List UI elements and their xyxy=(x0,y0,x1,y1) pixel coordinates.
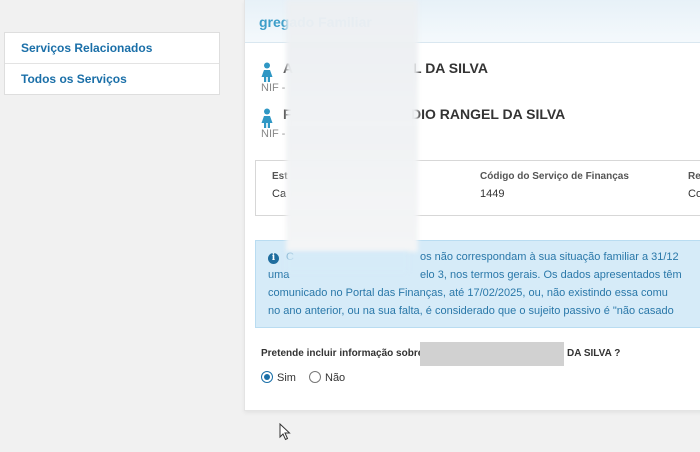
info-label: Re xyxy=(688,171,700,182)
radio-no-label: Não xyxy=(325,372,346,384)
blurred-redaction xyxy=(286,252,408,272)
sidebar-item-related-services[interactable]: Serviços Relacionados xyxy=(5,33,219,64)
info-circle-icon: i xyxy=(268,253,279,264)
sidebar-item-all-services[interactable]: Todos os Serviços xyxy=(5,64,219,94)
blurred-redaction xyxy=(286,0,418,252)
alert-line: elo 3, nos termos gerais. Os dados apres… xyxy=(420,269,682,281)
include-question-suffix: DA SILVA ? xyxy=(567,348,621,359)
option-yes[interactable]: Sim xyxy=(261,370,301,386)
alert-line: comunicado no Portal das Finanças, até 1… xyxy=(268,287,668,299)
info-col-finance-office: Código do Serviço de Finanças 1449 xyxy=(480,171,629,200)
radio-no[interactable] xyxy=(309,371,321,383)
person-female-icon xyxy=(261,62,273,82)
info-value: 1449 xyxy=(480,188,505,200)
alert-line: os não correspondam à sua situação famil… xyxy=(420,251,679,263)
include-question: Pretende incluir informação sobre xyxy=(261,348,424,359)
info-col-residence: Re Co xyxy=(688,171,700,200)
member-nif: NIF - xyxy=(261,82,286,94)
alert-line: no ano anterior, ou na sua falta, é cons… xyxy=(268,305,674,317)
radio-yes[interactable] xyxy=(261,371,273,383)
mouse-cursor-icon xyxy=(279,423,291,441)
member-name-end: DIO RANGEL DA SILVA xyxy=(411,106,566,122)
related-services-sidebar: Serviços Relacionados Todos os Serviços xyxy=(4,32,220,95)
person-female-icon xyxy=(261,108,273,128)
member-nif: NIF - xyxy=(261,128,286,140)
member-name-end: L DA SILVA xyxy=(413,60,488,76)
redacted-name xyxy=(420,342,564,366)
info-label: Código do Serviço de Finanças xyxy=(480,171,629,182)
info-value: Co xyxy=(688,188,700,200)
radio-yes-label: Sim xyxy=(277,372,296,384)
option-no[interactable]: Não xyxy=(309,370,349,386)
